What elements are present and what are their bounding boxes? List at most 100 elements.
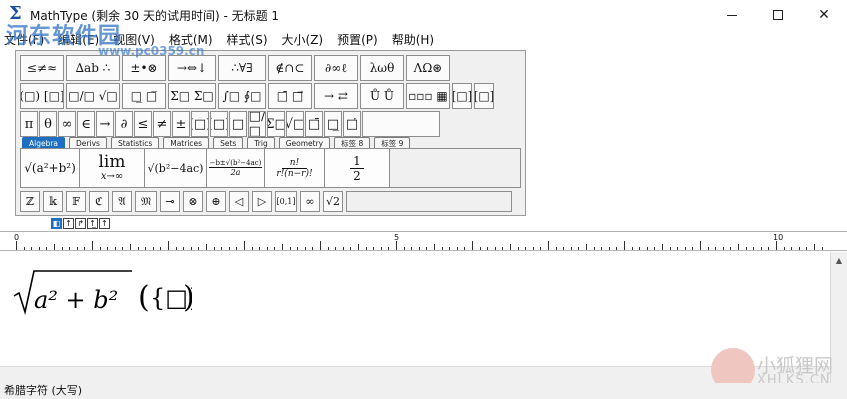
template-limit[interactable]: lim x→∞ <box>79 148 145 188</box>
ruler-tick <box>228 247 230 250</box>
ruler-tick <box>783 247 785 250</box>
fraktur-a-button[interactable]: 𝔄 <box>112 191 132 212</box>
infinity-symbol-button[interactable]: ∞ <box>58 111 76 137</box>
nudge-up-right-icon[interactable]: ↱ <box>75 218 86 229</box>
sqrt-template-button[interactable]: √□ <box>286 111 304 137</box>
maximize-button[interactable] <box>755 0 801 30</box>
nudge-up-alt-icon[interactable]: ↑ <box>99 218 110 229</box>
box-palette-button-2[interactable]: [□] <box>474 83 494 109</box>
right-triangle-button[interactable]: ▷ <box>252 191 272 212</box>
fraktur-m-button[interactable]: 𝔐 <box>135 191 157 212</box>
brackets-template-button[interactable]: [□] <box>210 111 228 137</box>
scroll-up-icon[interactable]: ▲ <box>831 252 847 269</box>
partial-symbol-button[interactable]: ∂ <box>115 111 133 137</box>
ruler-tick <box>532 247 534 250</box>
nudge-up-bar-icon[interactable]: ↑̲ <box>87 218 98 229</box>
pi-symbol-button[interactable]: π <box>20 111 38 137</box>
integers-set-button[interactable]: ℤ <box>20 191 40 212</box>
arrows-palette-button[interactable]: →⇔↓ <box>168 55 216 81</box>
watermark-url: www.pc0359.cn <box>98 44 205 58</box>
greek-upper-palette-button[interactable]: ΛΩ⊛ <box>406 55 450 81</box>
element-of-symbol-button[interactable]: ∈ <box>77 111 95 137</box>
integrals-palette-button[interactable]: ∫□ ∮□ <box>218 83 266 109</box>
relations-palette-button[interactable]: ≤≠≈ <box>20 55 64 81</box>
ruler-tick <box>616 247 618 250</box>
less-equal-symbol-button[interactable]: ≤ <box>134 111 152 137</box>
fraktur-c-button[interactable]: ℭ <box>89 191 109 212</box>
sets-palette-button[interactable]: ∉∩⊂ <box>268 55 312 81</box>
small-symbols-row: π θ ∞ ∈ → ∂ ≤ ≠ ± (□) [□] {□} □/□ Σ□ √□ … <box>20 111 440 137</box>
products-palette-button[interactable]: Ů Ů <box>360 83 404 109</box>
misc-palette-button[interactable]: ∂∞ℓ <box>314 55 358 81</box>
half-denominator: 2 <box>353 168 361 183</box>
sums-palette-button[interactable]: Σ□ Σ□ <box>168 83 216 109</box>
circled-times-button[interactable]: ⊗ <box>183 191 203 212</box>
close-button[interactable]: ✕ <box>801 0 847 30</box>
ruler-tick <box>608 247 610 250</box>
theta-symbol-button[interactable]: θ <box>39 111 57 137</box>
menu-preferences[interactable]: 预置(P) <box>330 30 385 50</box>
ruler-tick <box>563 247 565 250</box>
empty-symbol-slot <box>362 111 440 137</box>
ruler-tick <box>350 247 352 250</box>
ruler[interactable]: 0 5 10 <box>0 231 847 251</box>
scripts-palette-button[interactable]: □̲ □̅ <box>122 83 166 109</box>
dot-template-button[interactable]: □̇ <box>343 111 361 137</box>
infinity-button[interactable]: ∞ <box>300 191 320 212</box>
maximize-icon <box>773 10 783 20</box>
fraction-template-button[interactable]: □/□ <box>248 111 266 137</box>
greek-lower-palette-button[interactable]: λωθ <box>360 55 404 81</box>
menu-size[interactable]: 大小(Z) <box>275 30 331 50</box>
template-quadratic-formula[interactable]: −b±√(b²−4ac) 2a <box>206 148 265 188</box>
ruler-tick <box>365 247 367 250</box>
equation-editor[interactable]: a² + b² ( ) {□} <box>0 252 830 365</box>
ruler-tick <box>297 247 299 250</box>
ruler-tick <box>494 247 496 250</box>
fences-palette-button[interactable]: (□) [□] <box>20 83 64 109</box>
menu-style[interactable]: 样式(S) <box>220 30 275 50</box>
menu-help[interactable]: 帮助(H) <box>385 30 441 50</box>
nudge-select-icon[interactable]: ◧ <box>51 218 62 229</box>
matrices-palette-button[interactable]: ▫▫▫ ▦ <box>406 83 450 109</box>
equation[interactable]: a² + b² ( ) {□} <box>12 266 203 329</box>
horizontal-scrollbar[interactable] <box>0 366 830 383</box>
overbar-template-button[interactable]: □̄ <box>305 111 323 137</box>
circled-plus-button[interactable]: ⊕ <box>206 191 226 212</box>
ruler-tick <box>441 247 443 250</box>
ruler-tick <box>517 247 519 250</box>
ruler-tick <box>373 247 375 250</box>
sqrt-two-button[interactable]: √2 <box>323 191 343 212</box>
ruler-tick <box>198 247 200 250</box>
spaces-palette-button[interactable]: ∆ab ∴ <box>66 55 120 81</box>
ruler-tick <box>175 247 177 250</box>
ruler-tick <box>69 247 71 250</box>
labeled-arrows-palette-button[interactable]: → ⇄ <box>314 83 358 109</box>
not-equal-symbol-button[interactable]: ≠ <box>153 111 171 137</box>
template-sqrt-sum-squares[interactable]: √(a²+b²) <box>20 148 80 188</box>
box-palette-button[interactable]: [□] <box>452 83 472 109</box>
logic-palette-button[interactable]: ∴∀∃ <box>218 55 266 81</box>
underbar-template-button[interactable]: □̲ <box>324 111 342 137</box>
braces-template-button[interactable]: {□} <box>229 111 247 137</box>
plus-minus-symbol-button[interactable]: ± <box>172 111 190 137</box>
right-arrow-symbol-button[interactable]: → <box>96 111 114 137</box>
template-one-half[interactable]: 1 2 <box>324 148 390 188</box>
ruler-tick <box>31 247 33 250</box>
blackboard-k-button[interactable]: 𝕜 <box>43 191 63 212</box>
template-combination[interactable]: n! r!(n−r)! <box>264 148 325 188</box>
minimize-button[interactable] <box>709 0 755 30</box>
ruler-tick <box>213 247 215 250</box>
parentheses-template-button[interactable]: (□) <box>191 111 209 137</box>
multimap-button[interactable]: ⊸ <box>160 191 180 212</box>
interval-button[interactable]: [0,1] <box>275 191 297 212</box>
fractions-palette-button[interactable]: □/□ √□ <box>66 83 120 109</box>
template-discriminant[interactable]: √(b²−4ac) <box>144 148 207 188</box>
bars-palette-button[interactable]: □̄ □⃗ <box>268 83 312 109</box>
left-triangle-button[interactable]: ◁ <box>229 191 249 212</box>
sum-template-button[interactable]: Σ□ <box>267 111 285 137</box>
field-f-button[interactable]: 𝔽 <box>66 191 86 212</box>
operators-palette-button[interactable]: ±•⊗ <box>122 55 166 81</box>
brace-placeholder[interactable]: {□} <box>150 284 203 312</box>
ruler-tick <box>540 247 542 250</box>
nudge-up-icon[interactable]: ↑ <box>63 218 74 229</box>
